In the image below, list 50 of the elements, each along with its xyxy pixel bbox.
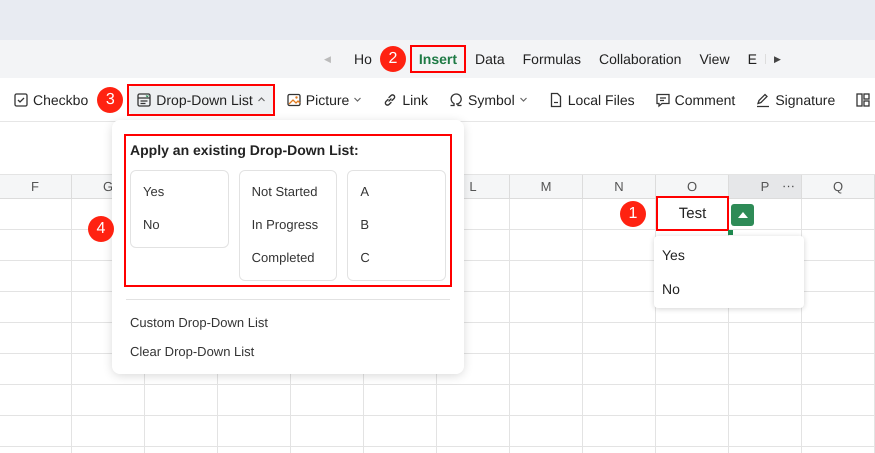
toolbar-button[interactable]: Drop-Down List [129,86,273,114]
step-badge: 1 [620,200,646,226]
column-header[interactable]: M [510,175,583,198]
toolbar-button[interactable]: Comment [648,86,742,114]
toolbar-button[interactable]: Local Files [540,86,642,114]
column-header[interactable]: F [0,175,72,198]
toolbar-button[interactable]: Checkbo [6,86,96,114]
ribbon-tab[interactable]: View [692,47,737,71]
triangle-up-icon [738,212,748,218]
menu-item[interactable]: Clear Drop-Down List [120,337,456,366]
list-option: Not Started [240,175,336,208]
comment-icon [654,92,671,108]
symbol-icon [448,92,464,108]
step-badge: 2 [380,46,406,72]
dropdown-button[interactable] [731,204,754,226]
popup-title: Apply an existing Drop-Down List: [130,142,360,158]
list-card[interactable]: A B C [347,170,446,281]
list-card[interactable]: Not Started In Progress Completed [238,170,338,281]
menu-item[interactable]: No [654,272,804,306]
list-option: In Progress [240,208,336,241]
toolbar-button[interactable]: Picture [278,86,370,114]
list-option: B [348,208,446,241]
list-option: No [131,208,228,241]
ribbon-tab[interactable]: E [740,47,761,71]
toolbar-button[interactable]: Signature [748,86,842,114]
toolbar-button[interactable]: Symbol [441,86,535,114]
list-card[interactable]: Yes No [130,170,229,248]
toolbar-button[interactable]: Link [375,86,436,114]
step-badge: 3 [97,86,124,112]
ribbon-tab[interactable]: Data [468,47,512,71]
layout-icon [855,92,872,108]
picture-icon [286,92,302,108]
column-header[interactable]: Q [802,175,875,198]
column-header[interactable]: P ··· [729,175,802,198]
checkbox-icon [13,92,29,108]
ribbon-tab[interactable]: Formulas [516,47,588,71]
step-badge: 4 [88,216,114,242]
ribbon-tab[interactable]: Ho [347,47,372,71]
list-option: Completed [240,241,336,274]
dropdown-icon [136,92,152,108]
menu-item[interactable]: Yes [654,238,804,272]
fill-handle[interactable] [728,230,733,235]
list-option: C [348,241,446,274]
ribbon-tab[interactable]: Collaboration [592,47,688,71]
more-icon[interactable]: ··· [782,178,795,193]
ribbon-tab[interactable]: Insert [412,47,464,71]
column-header[interactable]: N [583,175,656,198]
menu-item[interactable]: Custom Drop-Down List [120,308,456,337]
link-icon [382,92,398,108]
signature-icon [755,92,772,108]
